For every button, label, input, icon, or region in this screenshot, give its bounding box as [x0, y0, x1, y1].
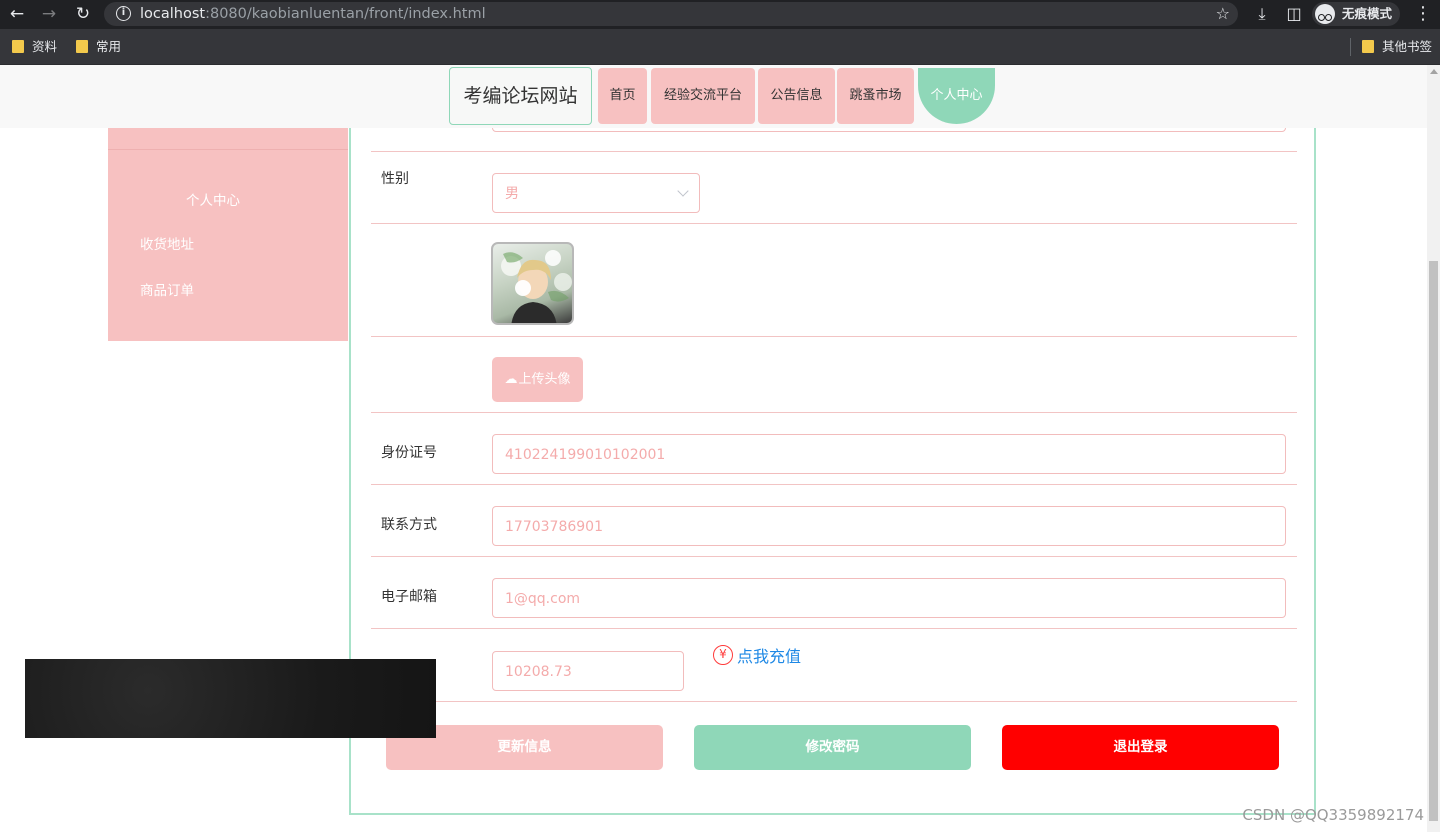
id-value: 410224199010102001 [505, 447, 666, 463]
sidebar-title: 个人中心 [186, 193, 240, 209]
bookmarks-divider [1350, 38, 1351, 56]
bookmarks-bar: 资料 常用 其他书签 [0, 29, 1440, 65]
form-row-id: 身份证号 410224199010102001 [371, 413, 1297, 485]
folder-icon [1362, 40, 1374, 53]
other-bookmarks[interactable]: 其他书签 [1362, 38, 1432, 56]
sidebar-divider [108, 149, 348, 150]
folder-icon [76, 40, 88, 53]
form-row-avatar [371, 224, 1297, 337]
info-icon[interactable]: i [116, 6, 131, 21]
cloud-upload-icon: ☁ [504, 372, 518, 387]
url-host: localhost [140, 6, 206, 22]
balance-input[interactable]: 10208.73 [492, 651, 684, 691]
nav-personal-center[interactable]: 个人中心 [918, 68, 995, 124]
id-label: 身份证号 [381, 445, 437, 461]
url-path: :8080/kaobianluentan/front/index.html [205, 6, 486, 22]
sidebar: 个人中心 收货地址 商品订单 [108, 105, 348, 341]
bookmark-star-icon[interactable]: ☆ [1216, 4, 1230, 24]
bookmark-folder-0[interactable]: 资料 [12, 38, 57, 56]
logout-button[interactable]: 退出登录 [1002, 725, 1279, 770]
phone-input[interactable]: 17703786901 [492, 506, 1286, 546]
incognito-icon [1315, 4, 1335, 24]
forward-arrow-icon[interactable]: → [38, 4, 60, 24]
yen-icon: ¥ [713, 645, 733, 665]
other-bookmarks-label: 其他书签 [1382, 39, 1433, 54]
download-icon[interactable]: ⤓ [1251, 4, 1273, 24]
back-arrow-icon[interactable]: ← [6, 4, 28, 24]
side-panel-icon[interactable]: ◫ [1283, 4, 1305, 24]
nav-market[interactable]: 跳蚤市场 [837, 68, 914, 124]
form-row-phone: 联系方式 17703786901 [371, 485, 1297, 557]
profile-form: 性别 男 ☁上传头像 身份证号 410224199010102001 联系方式 … [349, 92, 1316, 815]
email-value: 1@qq.com [505, 591, 581, 607]
site-logo[interactable]: 考编论坛网站 [449, 67, 592, 125]
phone-label: 联系方式 [381, 517, 437, 533]
avatar [491, 242, 574, 325]
incognito-label: 无痕模式 [1342, 6, 1393, 21]
balance-value: 10208.73 [505, 664, 572, 680]
change-password-button[interactable]: 修改密码 [694, 725, 971, 770]
form-row-gender: 性别 男 [371, 152, 1297, 224]
watermark: CSDN @QQ3359892174 [1242, 806, 1424, 824]
form-row-email: 电子邮箱 1@qq.com [371, 557, 1297, 629]
recharge-link[interactable]: ¥ 点我充值 [713, 643, 801, 671]
scroll-thumb[interactable] [1429, 261, 1438, 821]
page-viewport: 个人中心 收货地址 商品订单 性别 男 ☁上传头像 身份证号 410224199… [0, 65, 1440, 832]
bookmark-folder-1[interactable]: 常用 [76, 38, 121, 56]
browser-toolbar: ← → ↻ i localhost:8080/kaobianluentan/fr… [0, 0, 1440, 29]
bookmark-label: 常用 [96, 39, 122, 54]
reload-icon[interactable]: ↻ [72, 4, 94, 24]
page-scrollbar[interactable] [1427, 65, 1440, 832]
nav-announcements[interactable]: 公告信息 [758, 68, 835, 124]
folder-icon [12, 40, 24, 53]
email-label: 电子邮箱 [381, 589, 437, 605]
form-row-upload: ☁上传头像 [371, 337, 1297, 413]
chevron-down-icon [677, 185, 689, 197]
gender-label: 性别 [381, 171, 409, 187]
phone-value: 17703786901 [505, 519, 603, 535]
form-row-balance: 10208.73 ¥ 点我充值 [371, 629, 1297, 702]
gender-value: 男 [505, 186, 519, 202]
sidebar-item-orders[interactable]: 商品订单 [140, 279, 194, 299]
address-bar[interactable]: i localhost:8080/kaobianluentan/front/in… [104, 2, 1238, 26]
nav-experience[interactable]: 经验交流平台 [651, 68, 755, 124]
scroll-up-arrow-icon[interactable] [1430, 69, 1438, 74]
email-input[interactable]: 1@qq.com [492, 578, 1286, 618]
nav-home[interactable]: 首页 [598, 68, 647, 124]
upload-label: 上传头像 [518, 372, 571, 387]
incognito-indicator[interactable]: 无痕模式 [1312, 2, 1400, 26]
recharge-text: 点我充值 [737, 647, 802, 666]
gender-select[interactable]: 男 [492, 173, 700, 213]
bookmark-label: 资料 [32, 39, 58, 54]
browser-menu-icon[interactable]: ⋮ [1414, 4, 1432, 24]
sidebar-item-address[interactable]: 收货地址 [140, 233, 194, 253]
site-header: 考编论坛网站 首页 经验交流平台 公告信息 跳蚤市场 个人中心 [0, 65, 1440, 128]
dark-overlay-image [25, 659, 436, 738]
id-input[interactable]: 410224199010102001 [492, 434, 1286, 474]
upload-avatar-button[interactable]: ☁上传头像 [492, 357, 583, 402]
url-text[interactable]: localhost:8080/kaobianluentan/front/inde… [140, 5, 486, 23]
